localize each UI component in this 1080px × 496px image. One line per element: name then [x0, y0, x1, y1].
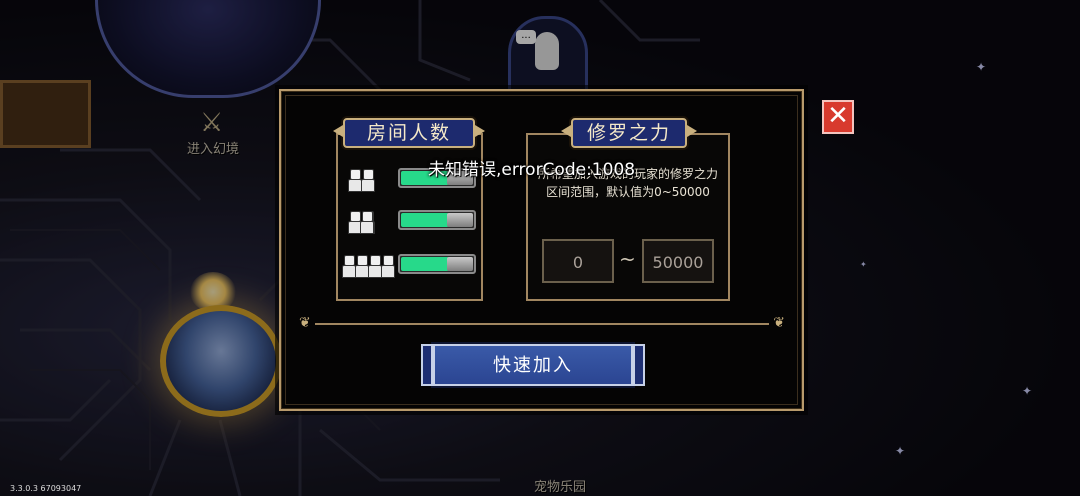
quick-join-button[interactable]: 快速加入 — [421, 344, 645, 386]
asura-power-title: 修罗之力 — [571, 118, 687, 148]
close-button[interactable]: ✕ — [822, 100, 854, 134]
two-players-icon — [348, 165, 375, 192]
room-size-toggle-4[interactable] — [398, 254, 476, 274]
version-label: 3.3.0.3 67093047 — [10, 484, 82, 493]
quick-join-label: 快速加入 — [493, 355, 573, 376]
three-players-icon — [348, 207, 375, 234]
room-size-title: 房间人数 — [343, 118, 475, 148]
power-max-input[interactable]: 50000 — [642, 239, 714, 283]
error-toast: 未知错误,errorCode:1008 — [428, 160, 636, 180]
room-size-toggle-3[interactable] — [398, 210, 476, 230]
match-settings-dialog: 房间人数 所希望加入游戏的玩家的修罗之力区间范围，默认值为0~50000 0 ~… — [279, 89, 804, 411]
ornament-divider: ❦ ❦ — [299, 316, 785, 330]
scroll-ornament-icon: ❦ — [773, 315, 785, 331]
close-x-icon: ✕ — [827, 101, 849, 131]
four-players-icon — [342, 251, 395, 278]
range-separator: ~ — [619, 247, 636, 271]
room-size-option-4 — [338, 249, 481, 279]
room-size-option-3 — [338, 205, 481, 235]
scroll-ornament-icon: ❦ — [299, 315, 311, 331]
power-min-input[interactable]: 0 — [542, 239, 614, 283]
game-screen: ... ⚔ 进入幻境 宠物乐园 ✦ ✦ ✦ ✦ 房间人数 所希望加入游戏的玩家的… — [0, 0, 1080, 496]
